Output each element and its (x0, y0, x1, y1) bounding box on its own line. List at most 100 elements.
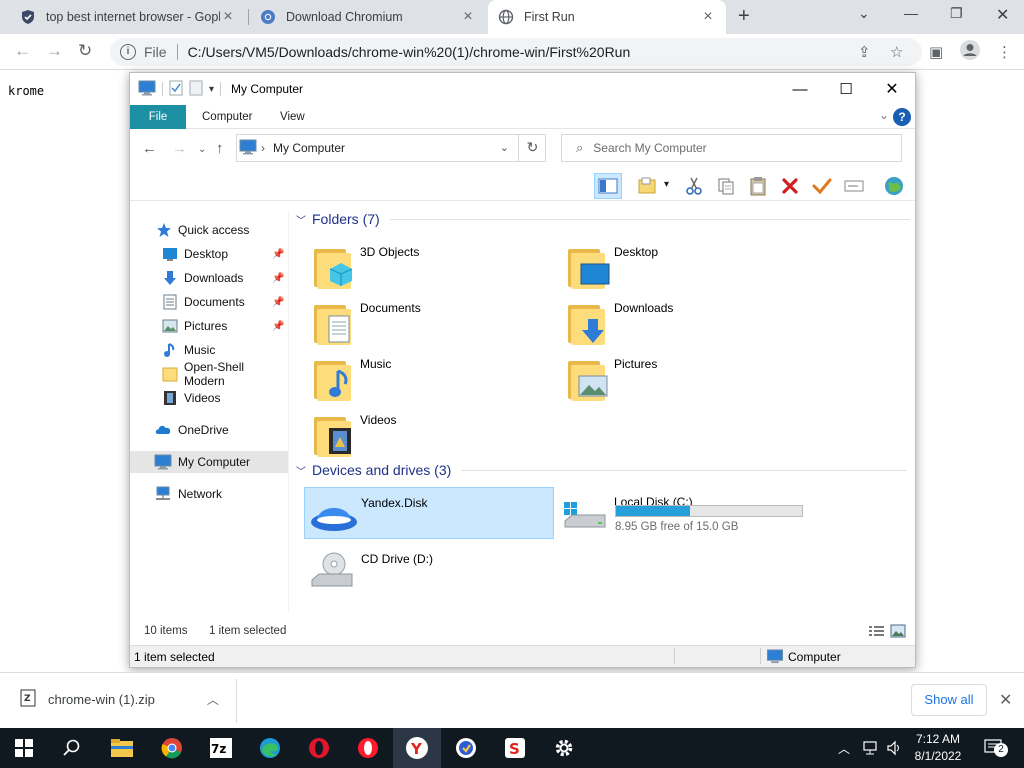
refresh-icon[interactable]: ↻ (518, 134, 546, 162)
s-app-icon[interactable]: S (491, 728, 539, 768)
nav-onedrive[interactable]: OneDrive (130, 419, 288, 441)
new-folder-icon[interactable] (189, 80, 203, 99)
network-tray-icon[interactable] (862, 728, 880, 768)
minimize-button[interactable]: — (777, 73, 823, 105)
delete-icon[interactable] (776, 173, 804, 199)
rename-icon[interactable] (840, 173, 868, 199)
tab-download-chromium[interactable]: Download Chromium × (250, 0, 486, 34)
nav-item-downloads[interactable]: Downloads 📌 (130, 267, 288, 289)
up-arrow-icon[interactable]: ↑ (216, 140, 224, 157)
large-icons-view-icon[interactable] (890, 624, 906, 641)
volume-icon[interactable] (886, 728, 902, 768)
chrome-icon[interactable] (148, 728, 196, 768)
checkmark-icon[interactable] (808, 173, 836, 199)
nav-quick-access[interactable]: Quick access (130, 219, 288, 241)
breadcrumb-chevron-icon[interactable]: › (261, 141, 265, 155)
navigation-pane-icon[interactable] (594, 173, 622, 199)
side-panel-icon[interactable]: ▣ (929, 43, 943, 61)
download-item[interactable]: Z chrome-win (1).zip ︿ (20, 689, 219, 710)
start-windows-icon[interactable] (0, 728, 48, 768)
breadcrumb-my-computer[interactable]: My Computer (273, 141, 345, 155)
forward-icon[interactable]: → (172, 140, 187, 157)
close-tab-icon[interactable]: × (700, 8, 716, 26)
help-icon[interactable]: ? (893, 108, 911, 126)
details-view-icon[interactable] (868, 624, 886, 641)
tab-first-run[interactable]: First Run × (488, 0, 726, 34)
nav-item-desktop[interactable]: Desktop 📌 (130, 243, 288, 265)
folder-music[interactable]: Music (304, 353, 554, 405)
chevron-down-icon[interactable]: ⌄ (858, 5, 870, 22)
nav-my-computer[interactable]: My Computer (130, 451, 288, 473)
explorer-search-input[interactable]: ⌕ Search My Computer (561, 134, 902, 162)
close-tab-icon[interactable]: × (220, 8, 236, 26)
devices-group-header[interactable]: ﹀ Devices and drives (3) (296, 462, 908, 478)
ribbon-tab-view[interactable]: View (266, 105, 319, 129)
cut-scissors-icon[interactable] (680, 173, 708, 199)
download-options-chevron-icon[interactable]: ︿ (207, 691, 219, 708)
recent-locations-chevron-icon[interactable]: ⌄ (198, 144, 206, 155)
nav-item-open-shell[interactable]: Open-Shell Modern (130, 360, 288, 388)
shield-browser-icon[interactable] (442, 728, 490, 768)
show-all-button[interactable]: Show all (911, 684, 987, 716)
folder-downloads[interactable]: Downloads (558, 297, 808, 349)
forward-icon[interactable]: → (46, 41, 63, 61)
back-icon[interactable]: ← (142, 140, 157, 157)
collapse-chevron-icon[interactable]: ﹀ (296, 463, 306, 478)
bookmark-star-icon[interactable]: ☆ (890, 43, 903, 61)
nav-item-documents[interactable]: Documents 📌 (130, 291, 288, 313)
maximize-button[interactable]: ☐ (823, 73, 869, 105)
new-tab-plus-icon[interactable]: + (738, 5, 750, 28)
folder-3d-objects[interactable]: 3D Objects (304, 241, 554, 293)
collapse-chevron-icon[interactable]: ﹀ (296, 212, 306, 227)
close-window-icon[interactable]: ✕ (996, 5, 1009, 25)
folder-pictures[interactable]: Pictures (558, 353, 808, 405)
file-explorer-taskbar-icon[interactable] (98, 728, 146, 768)
globe-icon[interactable] (880, 173, 908, 199)
drive-yandex-disk[interactable]: Yandex.Disk (304, 487, 554, 539)
pin-icon[interactable]: 📌 (272, 249, 284, 260)
drive-cd-d[interactable]: CD Drive (D:) (304, 543, 554, 595)
new-item-icon[interactable] (634, 173, 662, 199)
close-tab-icon[interactable]: × (460, 8, 476, 26)
folders-group-header[interactable]: ﹀ Folders (7) (296, 211, 910, 227)
info-icon[interactable]: i (120, 44, 136, 60)
edge-icon[interactable] (246, 728, 294, 768)
restore-icon[interactable]: ❐ (950, 5, 963, 22)
yandex-browser-icon[interactable]: Y (393, 728, 441, 768)
pin-icon[interactable]: 📌 (272, 297, 284, 308)
ribbon-tab-file[interactable]: File (130, 105, 186, 129)
pin-icon[interactable]: 📌 (272, 273, 284, 284)
explorer-address-box[interactable]: › My Computer ⌄ (236, 134, 546, 162)
7zip-icon[interactable]: 7z (197, 728, 245, 768)
reload-icon[interactable]: ↻ (78, 41, 92, 61)
show-hidden-icons-chevron-icon[interactable]: ︿ (838, 728, 850, 768)
nav-item-pictures[interactable]: Pictures 📌 (130, 315, 288, 337)
pane-splitter[interactable] (288, 211, 289, 611)
close-shelf-icon[interactable]: ✕ (999, 690, 1012, 710)
nav-network[interactable]: Network (130, 483, 288, 505)
opera-gx-icon[interactable] (344, 728, 392, 768)
back-icon[interactable]: ← (14, 41, 31, 61)
minimize-icon[interactable]: — (904, 5, 918, 21)
nav-item-music[interactable]: Music (130, 339, 288, 361)
settings-gear-icon[interactable] (540, 728, 588, 768)
paste-clipboard-icon[interactable] (744, 173, 772, 199)
address-bar[interactable]: i File C:/Users/VM5/Downloads/chrome-win… (110, 38, 922, 66)
notifications-icon[interactable]: 2 (984, 728, 1008, 768)
tab-gopher[interactable]: top best internet browser - Goph × (10, 0, 246, 34)
menu-kebab-icon[interactable]: ⋮ (997, 43, 1012, 61)
folder-desktop[interactable]: Desktop (558, 241, 808, 293)
profile-avatar[interactable] (959, 39, 981, 65)
ribbon-tab-computer[interactable]: Computer (188, 105, 267, 129)
share-icon[interactable]: ⇪ (858, 43, 871, 61)
nav-item-videos[interactable]: Videos (130, 387, 288, 409)
pin-icon[interactable]: 📌 (272, 321, 284, 332)
close-button[interactable]: ✕ (869, 73, 915, 105)
taskbar-clock[interactable]: 7:12 AM 8/1/2022 (908, 731, 968, 765)
new-item-chevron-icon[interactable]: ▾ (664, 179, 669, 190)
search-icon[interactable] (48, 728, 96, 768)
folder-videos[interactable]: Videos (304, 409, 554, 461)
folder-documents[interactable]: Documents (304, 297, 554, 349)
customize-qa-chevron-icon[interactable]: ▾ (209, 84, 214, 95)
opera-icon[interactable] (295, 728, 343, 768)
